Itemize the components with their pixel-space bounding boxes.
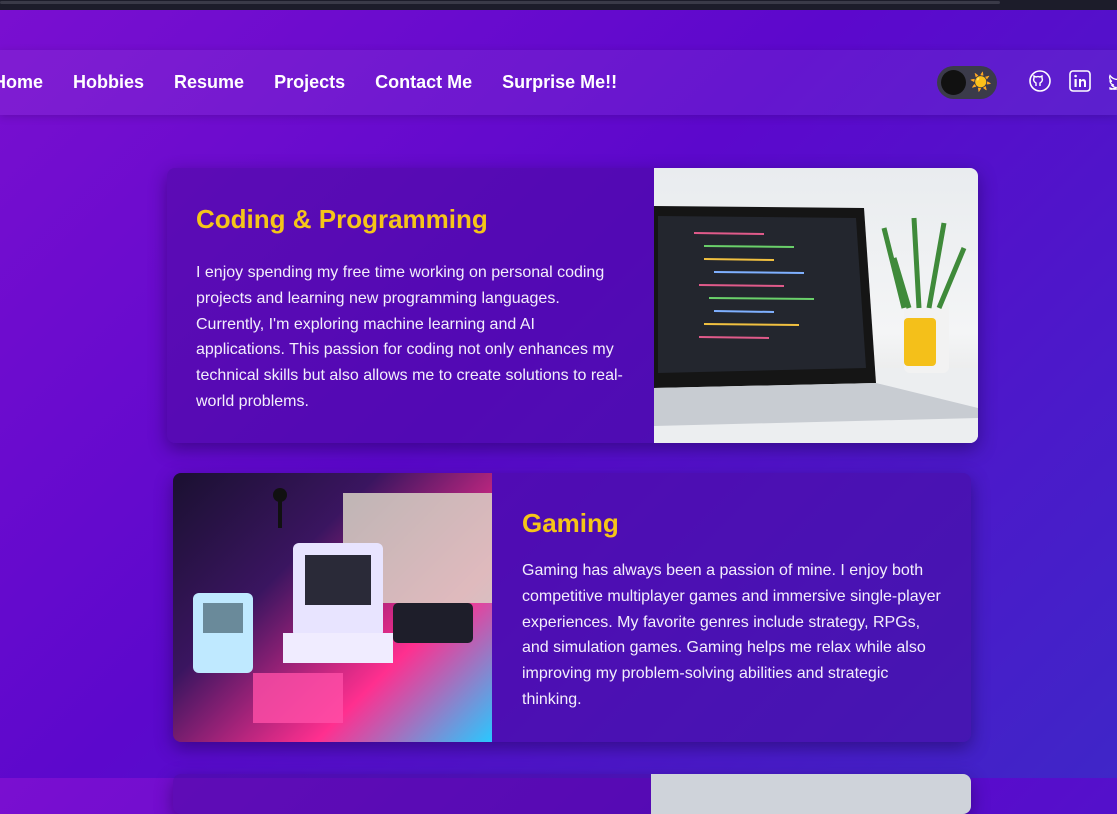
hobby-title: Gaming bbox=[522, 508, 619, 538]
linkedin-icon[interactable] bbox=[1067, 68, 1093, 94]
hobby-description: Gaming has always been a passion of mine… bbox=[522, 562, 941, 708]
nav-link-surprise[interactable]: Surprise Me!! bbox=[502, 72, 617, 93]
toggle-knob bbox=[941, 70, 966, 95]
hobby-title: Coding & Programming bbox=[196, 204, 488, 234]
nav-link-projects[interactable]: Projects bbox=[274, 72, 345, 93]
retro-computers-image bbox=[173, 473, 493, 742]
nav-link-contact[interactable]: Contact Me bbox=[375, 72, 472, 93]
hobby-description: I enjoy spending my free time working on… bbox=[196, 264, 623, 410]
laptop-code-image bbox=[654, 168, 978, 443]
nav-link-home[interactable]: Home bbox=[0, 72, 43, 93]
hobby-card-coding: Coding & Programming I enjoy spending my… bbox=[167, 168, 978, 443]
social-links bbox=[1027, 68, 1117, 94]
github-icon[interactable] bbox=[1027, 68, 1053, 94]
nav-link-hobbies[interactable]: Hobbies bbox=[73, 72, 144, 93]
hobby-image bbox=[651, 774, 971, 814]
horizontal-scrollbar[interactable] bbox=[0, 1, 1000, 4]
hobby-text: Coding & Programming I enjoy spending my… bbox=[196, 204, 626, 415]
sun-icon: ☀️ bbox=[969, 72, 992, 92]
hobby-card-next bbox=[173, 774, 971, 814]
twitter-icon[interactable] bbox=[1107, 68, 1117, 94]
hobby-card-gaming: Gaming Gaming has always been a passion … bbox=[173, 473, 971, 742]
nav-links: Home Hobbies Resume Projects Contact Me … bbox=[0, 50, 647, 115]
laptop-illustration bbox=[654, 206, 978, 443]
hobby-text: Gaming Gaming has always been a passion … bbox=[522, 508, 947, 713]
nav-link-resume[interactable]: Resume bbox=[174, 72, 244, 93]
browser-top-bar bbox=[0, 0, 1117, 10]
retro-illustration bbox=[193, 488, 493, 723]
theme-toggle[interactable]: ☀️ bbox=[937, 66, 997, 99]
